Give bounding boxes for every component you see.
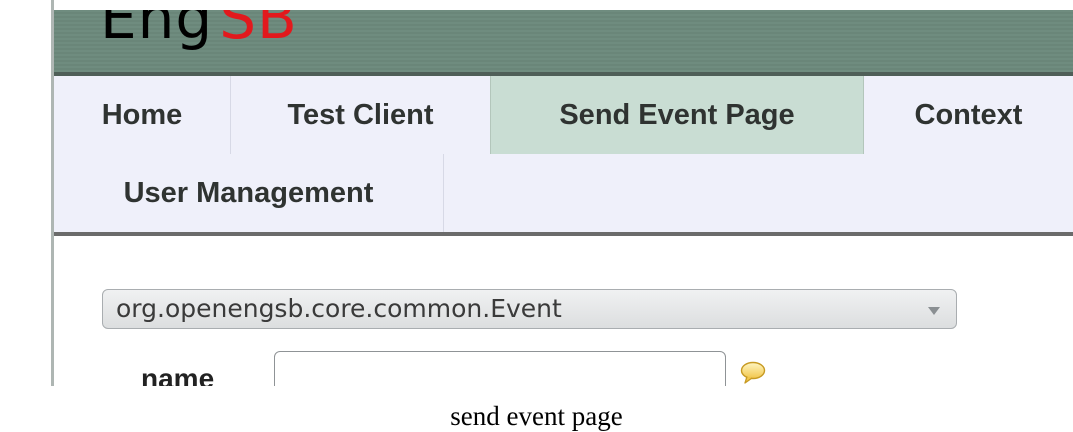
tab-home-label: Home: [101, 99, 183, 131]
logo-text-primary: Eng: [100, 10, 214, 52]
tab-user-management-label: User Management: [123, 177, 374, 209]
name-field[interactable]: [274, 351, 726, 386]
tab-test-client-label: Test Client: [287, 99, 434, 131]
send-event-form: org.openengsb.core.common.Event name: [54, 236, 1073, 386]
tab-send-event-page[interactable]: Send Event Page: [490, 76, 864, 154]
engsb-logo[interactable]: Eng SB: [100, 10, 298, 56]
figure-caption: send event page: [450, 401, 623, 431]
event-type-select-value: org.openengsb.core.common.Event: [116, 294, 562, 323]
tab-user-management[interactable]: User Management: [54, 154, 444, 232]
tab-home[interactable]: Home: [54, 76, 231, 154]
tab-context[interactable]: Context: [864, 76, 1073, 154]
speech-bubble-icon[interactable]: [740, 361, 766, 385]
chevron-down-icon: [928, 307, 940, 315]
screenshot: Eng SB Home Test Client Send Event Page C…: [0, 0, 1073, 386]
tab-context-label: Context: [914, 99, 1023, 131]
tab-test-client[interactable]: Test Client: [231, 76, 490, 154]
event-type-select[interactable]: org.openengsb.core.common.Event: [102, 289, 957, 329]
name-field-label: name: [141, 363, 215, 387]
tab-send-event-page-label: Send Event Page: [559, 99, 795, 131]
header-bar: Eng SB: [54, 10, 1073, 76]
logo-text-accent: SB: [219, 10, 298, 52]
main-navigation: Home Test Client Send Event Page Context…: [54, 76, 1073, 236]
